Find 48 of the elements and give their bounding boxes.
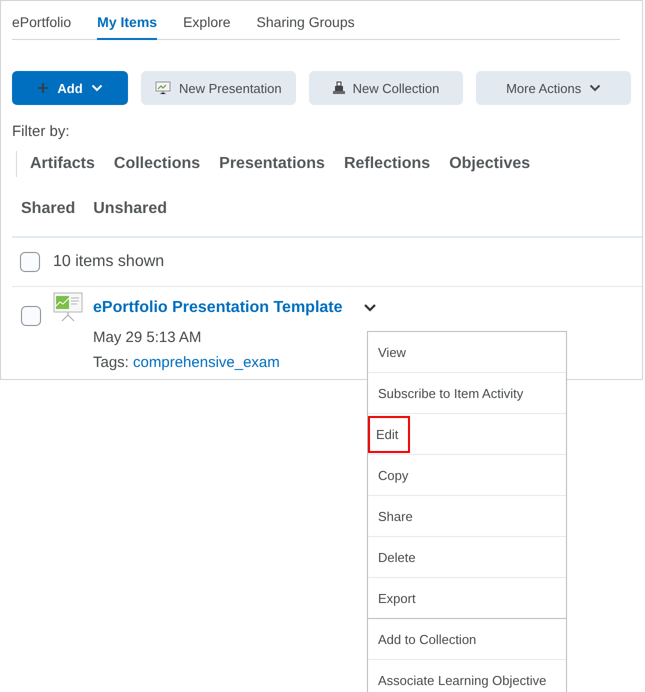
menu-item[interactable]: Share [368, 495, 566, 536]
chevron-down-icon[interactable] [362, 303, 377, 313]
item-date: May 29 5:13 AM [93, 329, 202, 346]
more-actions-button[interactable]: More Actions [476, 71, 632, 105]
action-button[interactable]: New Presentation [141, 71, 296, 105]
filter-option[interactable]: Objectives [449, 151, 530, 177]
filter-option[interactable]: Collections [114, 151, 200, 177]
filter-option[interactable]: Unshared [93, 196, 168, 222]
tab[interactable]: My Items [97, 12, 158, 40]
menu-item[interactable]: Copy [368, 454, 566, 495]
chevron-down-icon [90, 84, 103, 92]
binder-clip-icon [332, 81, 345, 95]
tab[interactable]: Explore [183, 12, 231, 40]
plus-icon [37, 82, 50, 94]
filter-option[interactable]: Artifacts [30, 151, 95, 177]
menu-item[interactable]: View [368, 332, 566, 372]
item-title-link[interactable]: ePortfolio Presentation Template [93, 299, 343, 317]
filter-option[interactable]: Presentations [219, 151, 325, 177]
checkbox[interactable] [20, 252, 40, 272]
tab[interactable]: Sharing Groups [256, 12, 355, 40]
presentation-icon [53, 292, 83, 322]
menu-item[interactable]: Add to Collection [368, 618, 566, 659]
presentation-icon [155, 81, 172, 95]
menu-item-label: Add to Collection [377, 630, 478, 648]
menu-item[interactable]: Subscribe to Item Activity [368, 372, 566, 413]
menu-item[interactable]: Delete [368, 536, 566, 577]
add-button[interactable]: Add [12, 71, 128, 105]
menu-item-label: Delete [377, 548, 417, 566]
menu-item-label: Associate Learning Objective [377, 672, 548, 690]
tags-label: Tags: [93, 354, 129, 371]
menu-item-label: Copy [377, 466, 410, 485]
chevron-down-icon [589, 84, 602, 92]
menu-item-label: Share [377, 508, 414, 526]
filter-option[interactable]: Reflections [344, 151, 430, 177]
menu-item[interactable]: Associate Learning Objective [368, 659, 566, 692]
checkbox[interactable] [21, 306, 41, 326]
items-count: 10 items shown [53, 253, 164, 271]
action-button[interactable]: New Collection [308, 71, 464, 105]
menu-item-label: Subscribe to Item Activity [377, 384, 524, 403]
menu-item-label: Edit [368, 416, 410, 452]
menu-item[interactable]: Export [368, 577, 566, 618]
tab[interactable]: ePortfolio [12, 12, 72, 40]
filter-label: Filter by: [12, 123, 71, 140]
menu-item-label: Export [377, 590, 417, 608]
tag-link[interactable]: comprehensive_exam [133, 354, 280, 371]
filter-option[interactable]: Shared [21, 196, 76, 222]
menu-item-label: View [377, 344, 407, 362]
menu-item[interactable]: Edit [368, 413, 566, 454]
